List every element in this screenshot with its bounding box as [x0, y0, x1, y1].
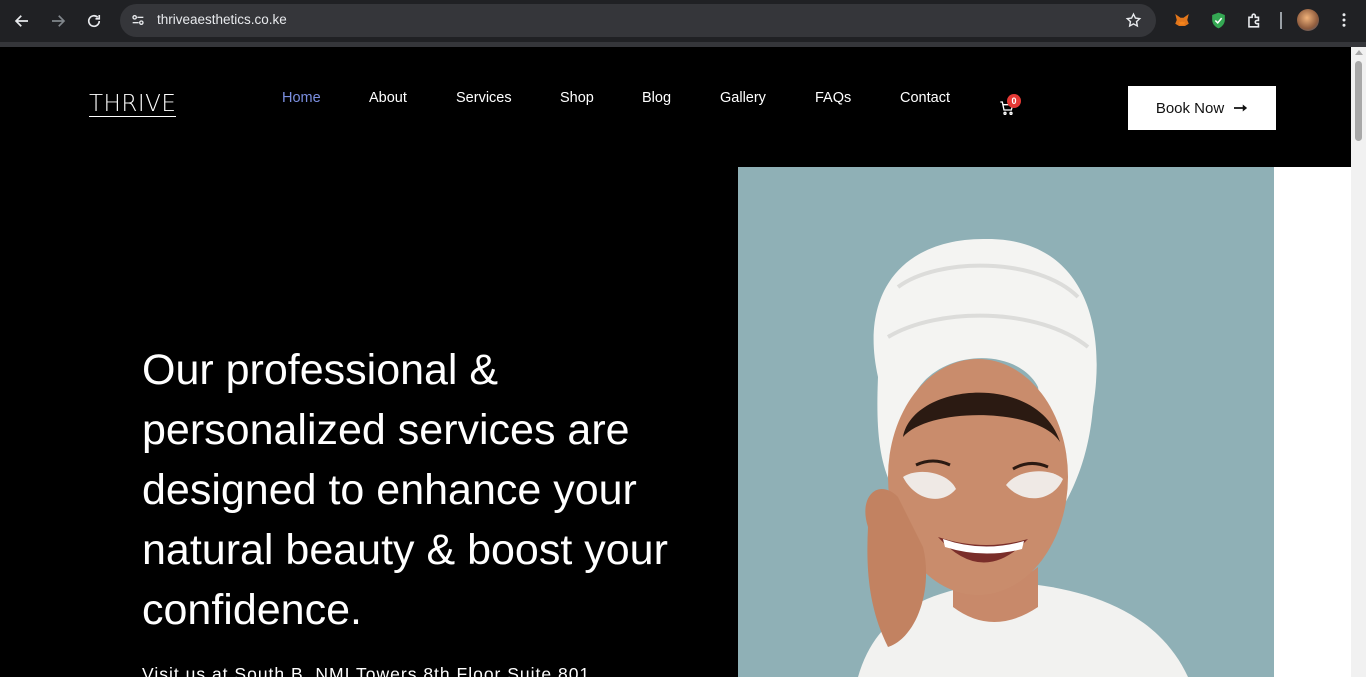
- arrow-right-icon: [1234, 104, 1248, 112]
- site-logo[interactable]: THRIVE: [89, 93, 177, 117]
- scroll-thumb[interactable]: [1355, 61, 1362, 141]
- hero-white-panel: [1274, 167, 1351, 677]
- metamask-fox-icon[interactable]: [1171, 9, 1193, 31]
- nav-gallery[interactable]: Gallery: [720, 90, 766, 106]
- scroll-up-arrow-icon[interactable]: [1355, 50, 1363, 55]
- url-text: thriveaesthetics.co.ke: [157, 12, 287, 27]
- cart-count-badge: 0: [1007, 94, 1021, 108]
- forward-arrow-icon[interactable]: [45, 8, 71, 34]
- browser-toolbar: thriveaesthetics.co.ke: [0, 0, 1366, 42]
- woman-towel-eye-patch-photo: [738, 167, 1274, 677]
- web-page: THRIVE Home About Services Shop Blog Gal…: [0, 47, 1351, 677]
- nav-blog[interactable]: Blog: [642, 90, 671, 106]
- hero-model-image: [738, 167, 1274, 677]
- puzzle-extensions-icon[interactable]: [1243, 9, 1265, 31]
- nav-about[interactable]: About: [369, 90, 407, 106]
- toolbar-divider: [1280, 12, 1282, 29]
- back-arrow-icon[interactable]: [9, 8, 35, 34]
- nav-services[interactable]: Services: [456, 90, 512, 106]
- nav-shop[interactable]: Shop: [560, 90, 594, 106]
- kebab-menu-icon[interactable]: [1334, 9, 1354, 31]
- visit-address-text: Visit us at South B, NMI Towers 8th Floo…: [142, 664, 591, 677]
- nav-faqs[interactable]: FAQs: [815, 90, 851, 106]
- nav-home[interactable]: Home: [282, 90, 321, 106]
- hero-headline: Our professional & personalized services…: [142, 346, 668, 634]
- profile-avatar[interactable]: [1297, 9, 1319, 31]
- site-settings-icon[interactable]: [129, 11, 147, 29]
- book-now-button[interactable]: Book Now: [1128, 86, 1276, 130]
- page-scrollbar[interactable]: [1351, 47, 1366, 677]
- address-bar[interactable]: thriveaesthetics.co.ke: [120, 4, 1156, 37]
- book-now-label: Book Now: [1155, 99, 1225, 117]
- nav-contact[interactable]: Contact: [900, 90, 950, 106]
- reload-icon[interactable]: [81, 8, 107, 34]
- star-icon[interactable]: [1124, 11, 1142, 29]
- shield-check-icon[interactable]: [1207, 9, 1229, 31]
